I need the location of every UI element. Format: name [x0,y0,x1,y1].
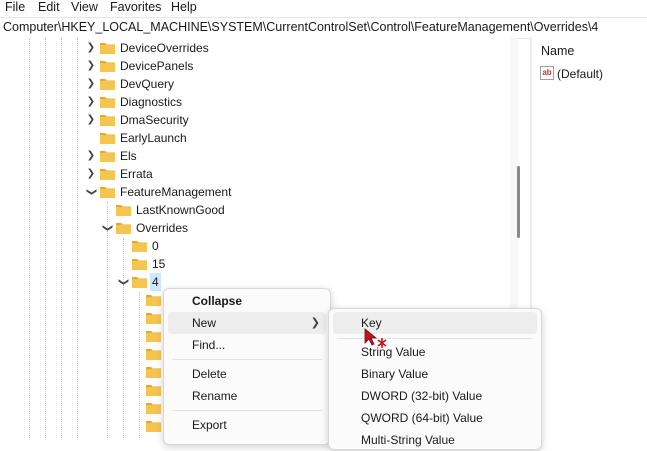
tree-node-label: EarlyLaunch [120,131,187,145]
new-submenu: Key String Value Binary Value DWORD (32-… [328,308,542,450]
folder-icon[interactable] [146,365,161,378]
menu-item-rename[interactable]: Rename [168,385,326,407]
value-name: (Default) [557,67,604,81]
menu-item-label: Binary Value [361,367,429,381]
menu-item-binary-value[interactable]: Binary Value [333,363,537,385]
folder-icon [132,241,147,252]
folder-icon [100,151,115,162]
chevron-right-icon[interactable]: ❯ [86,57,96,75]
tree-guide-line [123,238,124,438]
menu-item-multi-string-value[interactable]: Multi-String Value [333,429,537,451]
folder-icon [132,259,147,270]
chevron-right-icon[interactable]: ❯ [86,75,96,93]
tree-node-label: DeviceOverrides [120,41,209,55]
tree-guide-line [107,202,108,438]
tree-node-label: 0 [152,239,159,253]
folder-icon[interactable] [146,329,161,342]
menu-favorites[interactable]: Favorites [110,0,161,15]
menu-separator [172,359,322,360]
folder-icon[interactable] [146,311,161,324]
mouse-pointer-icon [364,328,387,348]
address-path[interactable]: Computer\HKEY_LOCAL_MACHINE\SYSTEM\Curre… [3,20,598,34]
chevron-right-icon: ❯ [310,317,320,329]
tree-node-label: 15 [152,257,166,271]
menu-edit[interactable]: Edit [38,0,60,15]
tree-node-label: DevQuery [120,77,175,91]
chevron-right-icon[interactable]: ❯ [86,93,96,111]
folder-icon [100,187,115,198]
folder-icon [116,223,131,234]
tree-node-label: Errata [120,167,153,181]
tree-node-label: FeatureManagement [120,185,232,199]
menu-item-label: QWORD (64-bit) Value [361,411,483,425]
menu-item-label: New [192,316,217,330]
address-bar[interactable]: Computer\HKEY_LOCAL_MACHINE\SYSTEM\Curre… [0,17,647,39]
menu-item-delete[interactable]: Delete [168,363,326,385]
menu-item-label: Multi-String Value [361,433,455,447]
menu-item-label: DWORD (32-bit) Value [361,389,483,403]
folder-icon [100,169,115,180]
menu-item-qword-value[interactable]: QWORD (64-bit) Value [333,407,537,429]
menu-item-label: Find... [192,338,226,352]
menu-view[interactable]: View [71,0,98,15]
tree-guide-line [29,38,30,438]
tree-node-label: Overrides [136,221,189,235]
folder-icon[interactable] [146,293,161,306]
menu-item-label: Collapse [192,294,243,308]
column-header-name[interactable]: Name [541,44,574,58]
tree-node-label: DevicePanels [120,59,194,73]
menu-bar: File Edit View Favorites Help [0,0,647,17]
folder-icon [100,79,115,90]
menu-item-label: Export [192,418,227,432]
folder-icon[interactable] [146,383,161,396]
folder-icon [116,205,131,216]
folder-icon [100,43,115,54]
folder-icon[interactable] [146,347,161,360]
tree-node-label: Diagnostics [120,95,183,109]
folder-icon [100,133,115,144]
menu-item-find[interactable]: Find... [168,334,326,356]
folder-icon [100,115,115,126]
context-menu: Collapse New ❯ Find... Delete Rename Exp… [163,288,331,445]
menu-item-new[interactable]: New ❯ [168,312,326,334]
menu-help[interactable]: Help [171,0,197,15]
chevron-down-icon[interactable]: ❯ [82,187,100,197]
folder-icon [100,61,115,72]
values-pane[interactable]: Name ab (Default) [532,38,647,438]
tree-guide-line [45,38,46,438]
tree-scrollbar-thumb[interactable] [517,166,520,238]
menu-item-export[interactable]: Export [168,414,326,436]
menu-separator [172,410,322,411]
menu-item-label: Delete [192,367,227,381]
folder-icon[interactable] [146,401,161,414]
tree-guide-line [61,38,62,438]
chevron-down-icon[interactable]: ❯ [98,223,116,233]
tree-guide-line [139,292,140,438]
folder-icon[interactable] [146,419,161,432]
tree-node-label: Els [120,149,137,163]
menu-item-label: Rename [192,389,238,403]
chevron-right-icon[interactable]: ❯ [86,111,96,129]
string-value-icon: ab [540,66,554,80]
folder-icon [100,97,115,108]
chevron-right-icon[interactable]: ❯ [86,147,96,165]
chevron-down-icon[interactable]: ❯ [114,277,132,287]
tree-node-label: DmaSecurity [120,113,189,127]
folder-icon [132,277,147,288]
tree-node-label: LastKnownGood [136,203,225,217]
menu-item-collapse[interactable]: Collapse [168,290,326,312]
menu-file[interactable]: File [5,0,25,15]
tree-guide-line [77,38,78,438]
chevron-right-icon[interactable]: ❯ [86,165,96,183]
tree-node-label: 4 [150,273,161,291]
chevron-right-icon[interactable]: ❯ [86,39,96,57]
menu-item-dword-value[interactable]: DWORD (32-bit) Value [333,385,537,407]
